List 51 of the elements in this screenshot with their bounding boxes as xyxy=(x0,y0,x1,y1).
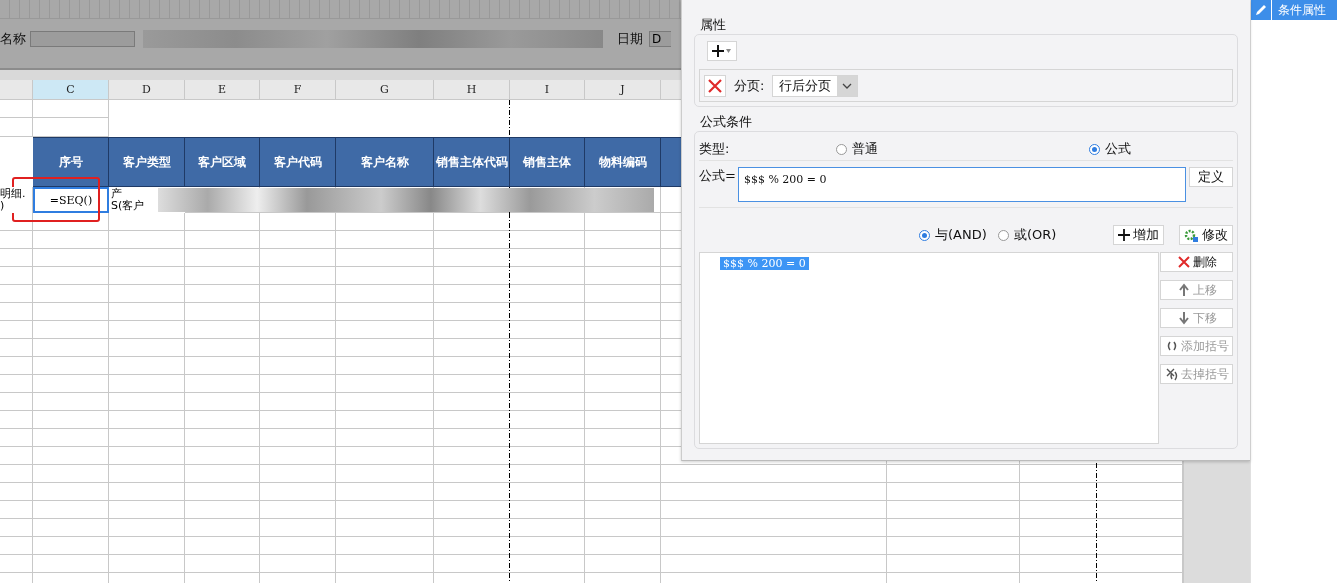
plus-icon xyxy=(711,44,725,58)
field-label: 日期 xyxy=(617,30,643,48)
gear-icon xyxy=(1184,227,1199,243)
arrow-up-icon xyxy=(1176,283,1191,297)
date-field[interactable]: D xyxy=(649,31,671,47)
field-label: 类型: xyxy=(699,140,731,158)
bracket-remove-icon xyxy=(1164,367,1179,381)
edit-button[interactable]: 修改 xyxy=(1179,225,1233,245)
close-icon xyxy=(1176,255,1191,269)
radio-button[interactable]: 与(AND) xyxy=(919,226,998,244)
section-title: 属性 xyxy=(700,16,727,34)
column-header[interactable]: D xyxy=(109,80,185,100)
name-field[interactable] xyxy=(30,31,135,47)
column-header[interactable]: E xyxy=(185,80,260,100)
column-heading: 客户区域 xyxy=(185,137,260,187)
column-heading: 物料编码 xyxy=(585,137,661,187)
column-heading: 客户代码 xyxy=(260,137,336,187)
plus-icon xyxy=(1118,229,1130,241)
add-button[interactable]: 增加 xyxy=(1113,225,1164,245)
corner-cell xyxy=(0,80,33,100)
table-cell: 明细. ) xyxy=(0,187,33,213)
column-header[interactable]: H xyxy=(434,80,510,100)
radio-button[interactable]: 公式 xyxy=(1089,140,1131,158)
field-label: 名称 xyxy=(0,30,26,48)
caret-icon xyxy=(726,49,731,53)
section-title: 公式条件 xyxy=(700,113,753,131)
column-heading: 客户类型 xyxy=(109,137,185,187)
column-header[interactable]: J xyxy=(585,80,661,100)
add-button[interactable] xyxy=(707,41,737,61)
radio-button[interactable]: 或(OR) xyxy=(998,226,1057,244)
column-header[interactable]: G xyxy=(336,80,434,100)
list-action-button[interactable]: 删除 xyxy=(1160,252,1233,272)
pagination-dropdown[interactable]: 行后分页 xyxy=(772,74,859,97)
column-header[interactable]: C xyxy=(33,80,109,100)
arrow-down-icon xyxy=(1176,311,1191,325)
column-heading: 序号 xyxy=(33,137,109,187)
edit-icon xyxy=(1254,3,1268,17)
field-label: 分页: xyxy=(734,76,765,95)
remove-button[interactable] xyxy=(704,74,726,97)
column-header[interactable]: F xyxy=(260,80,336,100)
close-icon xyxy=(707,77,723,94)
chevron-down-icon xyxy=(842,82,853,89)
table-cell[interactable]: =SEQ() xyxy=(33,187,109,213)
define-button[interactable]: 定义 xyxy=(1188,167,1233,187)
column-heading: 销售主体代码 xyxy=(434,137,510,187)
formula-field[interactable]: $$$ % 200 = 0 xyxy=(737,167,1186,202)
column-header[interactable]: I xyxy=(510,80,585,100)
column-heading: 销售主体 xyxy=(510,137,585,187)
column-heading: 客户名称 xyxy=(336,137,434,187)
radio-button[interactable]: 普通 xyxy=(836,140,1089,158)
field-label: 公式= xyxy=(699,167,736,185)
